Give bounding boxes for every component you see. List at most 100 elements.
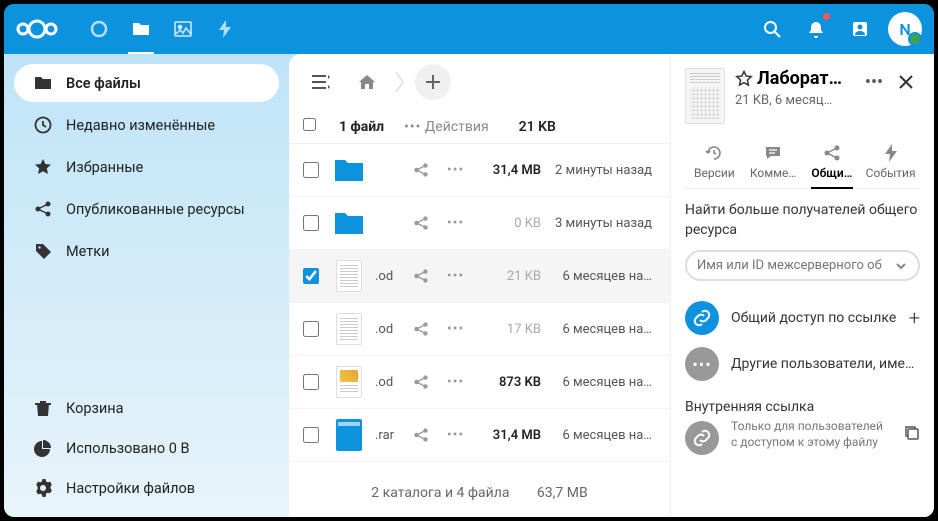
- share-search-input[interactable]: [697, 258, 894, 273]
- row-more-button[interactable]: •••: [447, 427, 471, 443]
- sidebar-item-settings[interactable]: Настройки файлов: [14, 469, 279, 507]
- details-meta: 21 KB, 6 месяц…: [735, 93, 850, 108]
- share-link-label: Общий доступ по ссылке: [731, 310, 897, 326]
- search-icon[interactable]: [756, 13, 788, 45]
- row-more-button[interactable]: •••: [447, 162, 471, 178]
- home-button[interactable]: [349, 64, 385, 100]
- internal-link-sub: Только для пользователей с доступом к эт…: [731, 419, 892, 450]
- sidebar-item-label: Все файлы: [66, 75, 141, 92]
- share-button[interactable]: [413, 321, 437, 337]
- details-more-button[interactable]: •••: [860, 68, 888, 96]
- toggle-view-button[interactable]: [303, 64, 339, 100]
- file-extension: .od: [375, 375, 403, 390]
- share-button[interactable]: [413, 162, 437, 178]
- selection-size: 21 KB: [519, 119, 556, 135]
- file-list-footer: 2 каталога и 4 файла 63,7 MB: [289, 469, 670, 517]
- details-sidebar: Лаборат… 21 KB, 6 месяц… ••• Версии: [670, 54, 934, 517]
- row-more-button[interactable]: •••: [447, 374, 471, 390]
- more-icon: •••: [685, 347, 719, 381]
- share-search-box[interactable]: [685, 250, 920, 281]
- file-size: 0 KB: [481, 216, 541, 231]
- sidebar-item-label: Недавно изменённые: [66, 117, 215, 134]
- file-date: 6 месяцев на…: [551, 322, 656, 337]
- file-extension: .od: [375, 269, 403, 284]
- toolbar: [289, 54, 670, 110]
- file-thumbnail: [333, 313, 365, 345]
- tab-comments[interactable]: Комме…: [744, 140, 803, 188]
- sidebar-item-tags[interactable]: Метки: [14, 232, 279, 270]
- file-list: ••• 31,4 MB 2 минуты назад ••• 0 KB 3 ми…: [289, 144, 670, 469]
- file-date: 2 минуты назад: [551, 163, 656, 178]
- row-checkbox[interactable]: [303, 162, 319, 178]
- add-share-link-button[interactable]: +: [909, 306, 920, 330]
- sidebar-item-label: Опубликованные ресурсы: [66, 201, 245, 218]
- sharing-description: Найти больше получателей общего ресурса: [685, 201, 920, 240]
- contacts-icon[interactable]: [844, 13, 876, 45]
- share-icon: [34, 200, 52, 218]
- file-row[interactable]: .od ••• 17 KB 6 месяцев на…: [289, 303, 670, 356]
- share-button[interactable]: [413, 374, 437, 390]
- copy-link-button[interactable]: [904, 425, 920, 441]
- favorite-button[interactable]: [735, 70, 753, 88]
- share-internal-item[interactable]: Внутренняя ссылка Только для пользовател…: [685, 393, 920, 461]
- internal-link-title: Внутренняя ссылка: [685, 399, 920, 415]
- tab-activity[interactable]: События: [861, 140, 920, 188]
- activity-app-icon[interactable]: [208, 12, 242, 46]
- file-date: 6 месяцев на…: [551, 375, 656, 390]
- actions-menu[interactable]: ••• Действия: [404, 119, 489, 135]
- file-thumbnail: [333, 154, 365, 186]
- sidebar-item-recent[interactable]: Недавно изменённые: [14, 106, 279, 144]
- files-app-icon[interactable]: [124, 12, 158, 46]
- row-more-button[interactable]: •••: [447, 215, 471, 231]
- file-row[interactable]: .od ••• 873 KB 6 месяцев на…: [289, 356, 670, 409]
- file-thumbnail: [333, 260, 365, 292]
- tab-sharing[interactable]: Общи…: [803, 140, 862, 188]
- share-button[interactable]: [413, 268, 437, 284]
- share-button[interactable]: [413, 215, 437, 231]
- tab-versions[interactable]: Версии: [685, 140, 744, 188]
- row-checkbox[interactable]: [303, 321, 319, 337]
- sidebar-item-shared[interactable]: Опубликованные ресурсы: [14, 190, 279, 228]
- logo-icon[interactable]: [16, 19, 58, 39]
- file-row[interactable]: .rar ••• 31,4 MB 6 месяцев на…: [289, 409, 670, 462]
- new-button[interactable]: [415, 64, 451, 100]
- sidebar-item-trash[interactable]: Корзина: [14, 389, 279, 427]
- file-thumbnail: [333, 366, 365, 398]
- dashboard-app-icon[interactable]: [82, 12, 116, 46]
- file-row[interactable]: .od ••• 21 KB 6 месяцев на…: [289, 250, 670, 303]
- row-more-button[interactable]: •••: [447, 268, 471, 284]
- notifications-icon[interactable]: [800, 13, 832, 45]
- file-row[interactable]: ••• 31,4 MB 2 минуты назад: [289, 144, 670, 197]
- file-list-header: 1 файл ••• Действия 21 KB: [289, 110, 670, 144]
- select-all-checkbox[interactable]: [303, 118, 316, 131]
- chevron-down-icon[interactable]: [894, 259, 908, 273]
- file-date: 6 месяцев на…: [551, 428, 656, 443]
- restore-icon: [705, 144, 723, 162]
- footer-summary: 2 каталога и 4 файла: [371, 485, 509, 501]
- photos-app-icon[interactable]: [166, 12, 200, 46]
- share-button[interactable]: [413, 427, 437, 443]
- star-icon: [34, 158, 52, 176]
- clock-icon: [34, 116, 52, 134]
- share-link-item[interactable]: Общий доступ по ссылке +: [685, 295, 920, 341]
- file-extension: .od: [375, 322, 403, 337]
- row-more-button[interactable]: •••: [447, 321, 471, 337]
- close-button[interactable]: [892, 68, 920, 96]
- share-others-item[interactable]: ••• Другие пользователи, имеющие до: [685, 341, 920, 387]
- breadcrumb-separator-icon: [395, 70, 405, 94]
- bolt-icon: [884, 144, 898, 162]
- sidebar-item-favorites[interactable]: Избранные: [14, 148, 279, 186]
- sidebar-item-all-files[interactable]: Все файлы: [14, 64, 279, 102]
- file-thumbnail: [333, 419, 365, 451]
- sidebar-item-quota[interactable]: Использовано 0 B: [14, 429, 279, 467]
- file-row[interactable]: ••• 0 KB 3 минуты назад: [289, 197, 670, 250]
- avatar-letter: N: [899, 20, 910, 39]
- trash-icon: [34, 399, 52, 417]
- topbar: N: [4, 4, 934, 54]
- row-checkbox[interactable]: [303, 374, 319, 390]
- row-checkbox[interactable]: [303, 215, 319, 231]
- selection-count: 1 файл: [339, 119, 384, 135]
- row-checkbox[interactable]: [303, 268, 319, 284]
- row-checkbox[interactable]: [303, 427, 319, 443]
- avatar[interactable]: N: [888, 12, 922, 46]
